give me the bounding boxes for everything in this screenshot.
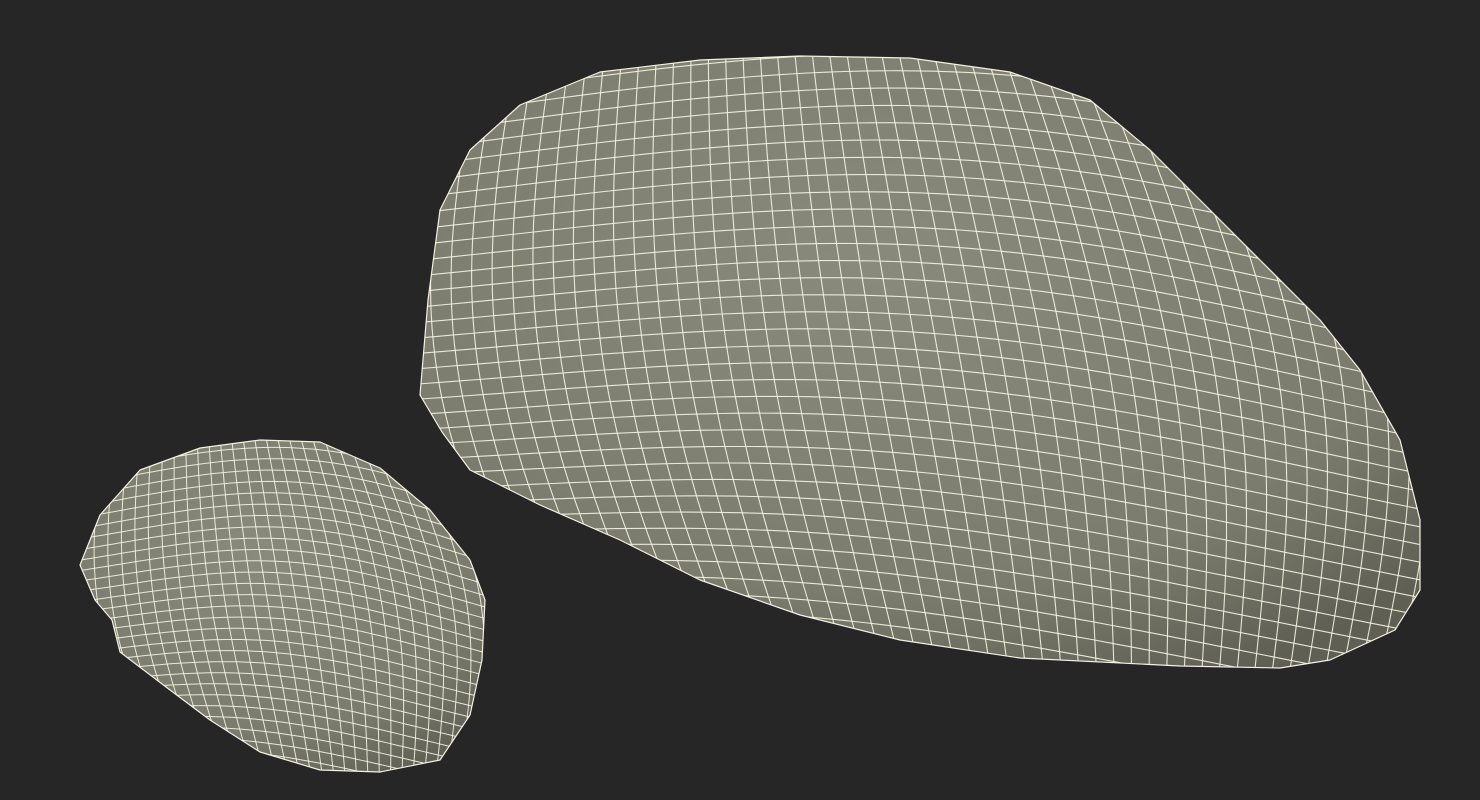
small-stone-parallel-line-1 xyxy=(32,391,477,433)
large-stone-parallel-line-1 xyxy=(323,0,1403,39)
large-stone-parallel-line-42 xyxy=(439,650,1420,668)
large-stone-parallel-line-2 xyxy=(420,56,1406,59)
large-stone-parallel-line-0 xyxy=(320,0,1400,20)
small-stone-parallel-line-2 xyxy=(80,440,479,445)
small-stone-meridian-line-0 xyxy=(80,440,91,772)
small-stone-parallel-line-0 xyxy=(30,379,475,420)
3d-viewport[interactable] xyxy=(0,0,1480,800)
wireframe-scene xyxy=(30,0,1421,773)
small-stone-meridian-line-1 xyxy=(80,440,102,772)
large-stone-surface xyxy=(420,56,1420,668)
large-stone-meridian-line-64 xyxy=(1399,56,1420,668)
small-stone-meridian-line-2 xyxy=(80,440,113,772)
